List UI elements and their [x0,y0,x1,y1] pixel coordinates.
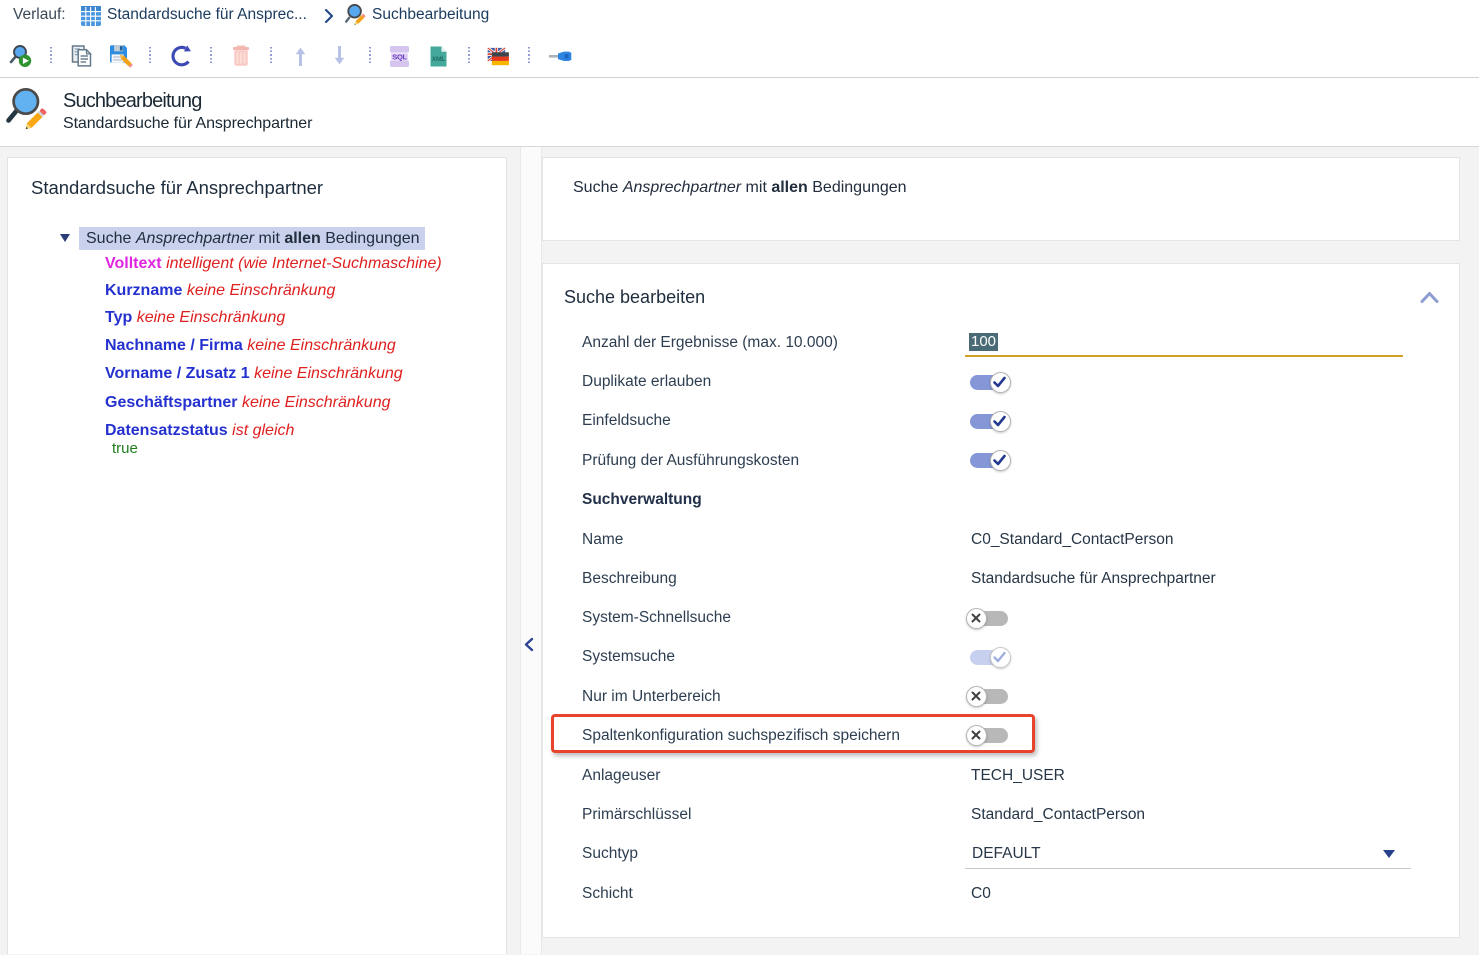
svg-text:XML: XML [432,55,446,62]
svg-text:SQL: SQL [392,53,407,62]
